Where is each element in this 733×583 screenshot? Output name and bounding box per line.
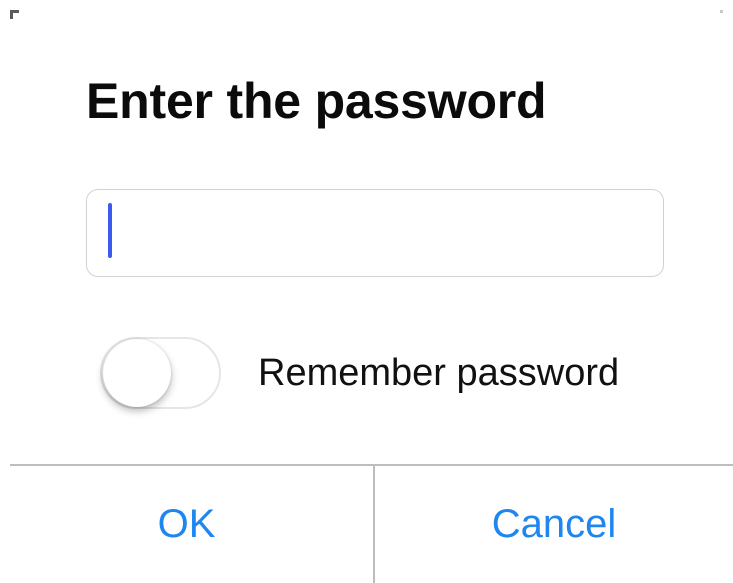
toggle-knob [103,339,171,407]
remember-password-toggle[interactable] [100,337,221,409]
window-corner-dot [720,10,723,13]
cancel-button[interactable]: Cancel [375,466,733,583]
text-caret [108,203,112,258]
password-dialog: Enter the password Remember password OK … [0,0,733,583]
ok-button[interactable]: OK [0,466,373,583]
dialog-title: Enter the password [86,73,547,129]
window-corner-mark [10,10,19,19]
password-input[interactable] [87,190,663,276]
remember-password-label: Remember password [258,352,620,394]
password-field-container[interactable] [86,189,664,277]
